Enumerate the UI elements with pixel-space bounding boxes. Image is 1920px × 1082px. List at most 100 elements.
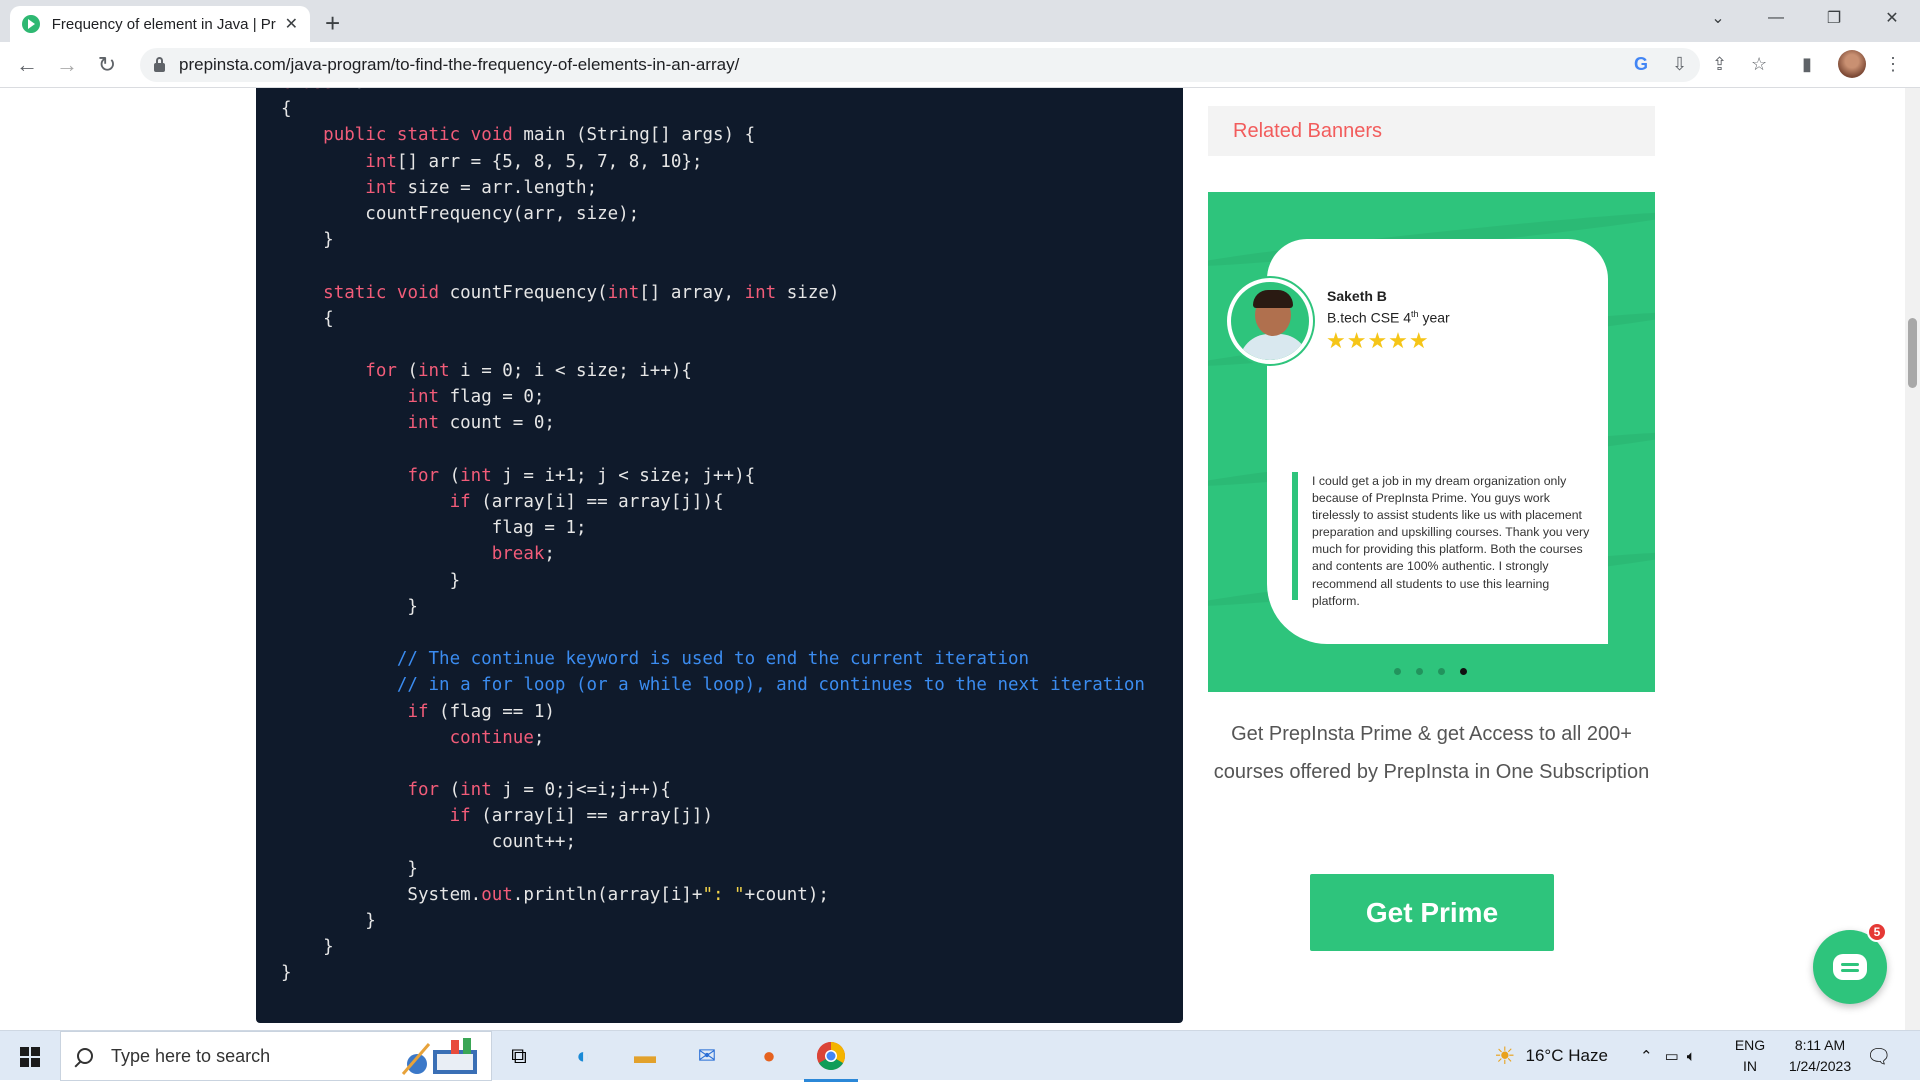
new-tab-button[interactable]: + xyxy=(325,8,340,39)
system-tray-icons[interactable]: ⌃ ▭ 🔈︎ xyxy=(1640,1031,1696,1081)
browser-tab[interactable]: Frequency of element in Java | Pr ✕ xyxy=(10,6,310,42)
code-token: [] arr = {5, 8, 5, 7, 8, 10}; xyxy=(396,151,703,172)
carousel-dots[interactable] xyxy=(1394,668,1467,675)
task-view-icon[interactable]: ⧉ xyxy=(502,1039,536,1073)
code-line: static void countFrequency(int[] array, … xyxy=(281,280,1145,306)
reload-icon[interactable]: ↻ xyxy=(92,50,122,80)
code-token: i = 0; i < size; i++){ xyxy=(460,361,692,382)
tab-search-icon[interactable]: ⌄ xyxy=(1690,0,1746,36)
restore-button[interactable]: ❐ xyxy=(1806,0,1862,36)
taskbar-search[interactable]: Type here to search xyxy=(60,1031,492,1081)
address-bar[interactable]: prepinsta.com/java-program/to-find-the-f… xyxy=(140,48,1700,82)
code-token: for xyxy=(407,780,450,801)
code-token: Main xyxy=(344,88,386,93)
volume-icon[interactable]: 🔈︎ xyxy=(1687,1048,1696,1065)
code-token: int xyxy=(460,780,503,801)
code-line: } xyxy=(281,960,1145,986)
close-window-button[interactable]: ✕ xyxy=(1864,0,1920,36)
code-token: int xyxy=(744,282,787,303)
code-token: } xyxy=(281,963,292,984)
code-line: int size = arr.length; xyxy=(281,175,1145,201)
code-token: } xyxy=(281,570,461,591)
code-token: size = arr.length; xyxy=(407,177,598,198)
google-translate-icon[interactable]: G xyxy=(1634,54,1648,75)
code-token: int xyxy=(365,177,408,198)
code-token: .println(array[i]+ xyxy=(512,884,703,905)
get-prime-button[interactable]: Get Prime xyxy=(1310,874,1554,951)
code-line: { xyxy=(281,306,1145,332)
code-token: (array[i] == array[j]) xyxy=(481,806,713,827)
menu-icon[interactable]: ⋮ xyxy=(1884,54,1902,75)
code-line: // in a for loop (or a while loop), and … xyxy=(281,672,1145,698)
code-token: ( xyxy=(449,465,461,486)
quote-bar xyxy=(1292,472,1298,600)
code-line: public static void main (String[] args) … xyxy=(281,122,1145,148)
code-line: int[] arr = {5, 8, 5, 7, 8, 10}; xyxy=(281,149,1145,175)
code-token: count = 0; xyxy=(449,413,555,434)
file-explorer-icon[interactable]: ▬ xyxy=(628,1039,662,1073)
battery-icon[interactable]: ▭ xyxy=(1665,1047,1679,1065)
url-text: prepinsta.com/java-program/to-find-the-f… xyxy=(179,55,740,74)
close-tab-icon[interactable]: ✕ xyxy=(285,14,298,34)
code-token: } xyxy=(281,911,376,931)
notifications-icon[interactable]: 🗨︎ xyxy=(1866,1031,1891,1081)
page-scrollbar[interactable] xyxy=(1905,88,1920,1030)
code-block: class Main { public static void main (Str… xyxy=(256,88,1183,1023)
profile-avatar[interactable] xyxy=(1838,50,1866,78)
carousel-dot-active[interactable] xyxy=(1460,668,1467,675)
weather-icon: ☀ xyxy=(1494,1042,1516,1070)
install-app-icon[interactable]: ⇩ xyxy=(1672,54,1687,75)
share-icon[interactable]: ⇪ xyxy=(1712,54,1727,75)
edge-icon[interactable]: ◐ xyxy=(566,1039,600,1073)
bookmark-star-icon[interactable]: ☆ xyxy=(1751,54,1767,75)
chrome-icon[interactable] xyxy=(804,1039,858,1082)
language-indicator[interactable]: ENG IN xyxy=(1730,1035,1770,1077)
code-line: countFrequency(arr, size); xyxy=(281,201,1145,227)
code-line: if (array[i] == array[j]) xyxy=(281,803,1145,829)
back-icon[interactable]: ← xyxy=(12,50,42,80)
code-line: continue; xyxy=(281,725,1145,751)
code-token: (flag == 1) xyxy=(439,701,555,722)
tab-strip: Frequency of element in Java | Pr ✕ + ⌄ … xyxy=(0,0,1920,42)
code-token: int xyxy=(460,465,503,486)
testimonial-photo xyxy=(1227,278,1313,364)
mail-icon[interactable]: ✉ xyxy=(690,1039,724,1073)
minimize-button[interactable]: — xyxy=(1748,0,1804,36)
side-panel-icon[interactable]: ▮ xyxy=(1802,54,1812,75)
forward-icon[interactable]: → xyxy=(52,50,82,80)
carousel-dot[interactable] xyxy=(1416,668,1423,675)
code-line: for (int j = i+1; j < size; j++){ xyxy=(281,463,1145,489)
code-token: if xyxy=(449,806,482,827)
windows-start-icon[interactable] xyxy=(20,1047,40,1067)
carousel-dot[interactable] xyxy=(1438,668,1445,675)
scrollbar-thumb[interactable] xyxy=(1908,318,1917,388)
code-token: int xyxy=(365,151,397,172)
code-token: int xyxy=(407,413,450,434)
carousel-dot[interactable] xyxy=(1394,668,1401,675)
firefox-icon[interactable]: ● xyxy=(752,1039,786,1073)
code-token: j = 0;j<=i;j++){ xyxy=(502,780,671,801)
search-icon xyxy=(77,1048,93,1064)
code-token: // in a for loop (or a while loop), and … xyxy=(281,675,1145,696)
code-token: for xyxy=(407,465,450,486)
code-line: System.out.println(array[i]+": "+count); xyxy=(281,882,1145,908)
code-token: count++; xyxy=(281,832,577,853)
lock-icon[interactable] xyxy=(154,56,165,72)
code-token: +count); xyxy=(744,884,829,905)
testimonial-banner[interactable]: I could get a job in my dream organizati… xyxy=(1208,192,1655,692)
clock[interactable]: 8:11 AM 1/24/2023 xyxy=(1775,1035,1865,1077)
chevron-up-icon[interactable]: ⌃ xyxy=(1640,1047,1653,1065)
weather-widget[interactable]: ☀ 16°C Haze xyxy=(1494,1031,1608,1081)
